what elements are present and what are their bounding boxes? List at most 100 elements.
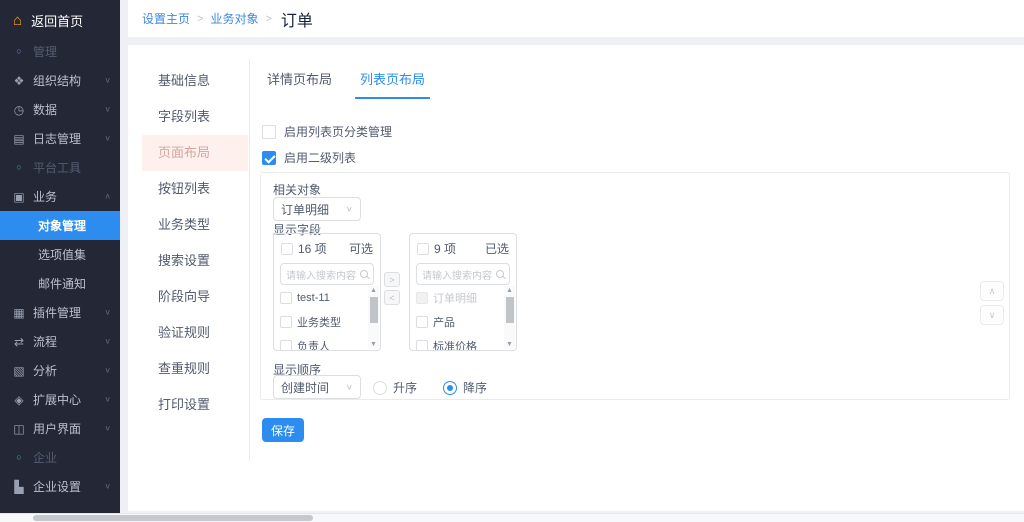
radio-ascending[interactable]: 升序 — [373, 379, 417, 396]
checkbox-row-category-management[interactable]: 启用列表页分类管理 — [262, 123, 392, 140]
sidebar-item-enterprise-settings[interactable]: ▙ 企业设置 ∨ — [0, 472, 120, 501]
top-bar: 设置主页 > 业务对象 > 订单 — [128, 0, 1024, 37]
scroll-down-icon[interactable]: ▼ — [506, 340, 513, 349]
settings-subnav: 基础信息 字段列表 页面布局 按钮列表 业务类型 搜索设置 阶段向导 验证规则 … — [142, 63, 248, 423]
target-tag: 已选 — [485, 240, 509, 257]
back-to-home[interactable]: ⌂ 返回首页 — [0, 3, 120, 37]
sidebar-item-enterprise[interactable]: ○ 企业 — [0, 443, 120, 472]
target-search-input[interactable]: 请输入搜索内容 — [416, 263, 510, 285]
source-search-input[interactable]: 请输入搜索内容 — [280, 263, 374, 285]
subnav-item-validation-rules[interactable]: 验证规则 — [142, 315, 248, 351]
scrollbar-thumb[interactable] — [33, 515, 313, 521]
sidebar-item-label: 管理 — [33, 43, 57, 60]
subnav-item-button-list[interactable]: 按钮列表 — [142, 171, 248, 207]
sidebar-item-extension-center[interactable]: ◈ 扩展中心 ∨ — [0, 385, 120, 414]
related-object-select[interactable]: 订单明细 ∨ — [273, 197, 361, 221]
subnav-item-print-settings[interactable]: 打印设置 — [142, 387, 248, 423]
vertical-divider — [249, 59, 250, 461]
horizontal-scrollbar[interactable] — [0, 513, 1024, 522]
subnav-item-stage-wizard[interactable]: 阶段向导 — [142, 279, 248, 315]
sidebar-item-workflow[interactable]: ⇄ 流程 ∨ — [0, 327, 120, 356]
breadcrumb-link-settings-home[interactable]: 设置主页 — [142, 10, 190, 27]
sidebar-item-label: 组织结构 — [33, 72, 81, 89]
sidebar-item-email-notification[interactable]: 邮件通知 — [0, 269, 120, 298]
scroll-up-icon[interactable]: ▲ — [506, 286, 513, 295]
chevron-up-icon: ∧ — [104, 192, 111, 201]
checkbox-row-secondary-list[interactable]: 启用二级列表 — [262, 149, 356, 166]
source-scrollbar[interactable]: ▲ ▼ — [368, 286, 379, 349]
item-checkbox[interactable] — [280, 316, 292, 328]
item-checkbox[interactable] — [280, 292, 292, 304]
sidebar-item-object-management[interactable]: 对象管理 — [0, 211, 120, 240]
home-icon: ⌂ — [13, 13, 22, 28]
scrollbar-thumb[interactable] — [370, 297, 378, 323]
select-all-target-checkbox[interactable] — [417, 243, 429, 255]
item-checkbox[interactable] — [280, 340, 292, 350]
display-order-select[interactable]: 创建时间 ∨ — [273, 375, 361, 399]
list-item[interactable]: test-11 — [280, 286, 368, 310]
ring-icon: ○ — [12, 163, 26, 172]
sidebar-item-user-interface[interactable]: ◫ 用户界面 ∨ — [0, 414, 120, 443]
move-left-button[interactable]: < — [384, 290, 400, 305]
tab-detail-page-layout[interactable]: 详情页布局 — [262, 61, 337, 99]
subnav-item-dedup-rules[interactable]: 查重规则 — [142, 351, 248, 387]
briefcase-icon: ▣ — [12, 191, 26, 203]
sidebar-item-manage[interactable]: ○ 管理 — [0, 37, 120, 66]
item-checkbox[interactable] — [416, 340, 428, 350]
sidebar-item-label: 对象管理 — [38, 217, 86, 234]
search-icon — [360, 270, 368, 278]
sidebar-item-plugin-management[interactable]: ▦ 插件管理 ∨ — [0, 298, 120, 327]
chevron-down-icon: ∨ — [104, 308, 111, 317]
extension-icon: ◈ — [12, 394, 26, 406]
scrollbar-thumb[interactable] — [506, 297, 514, 323]
list-item[interactable]: 标准价格 — [416, 334, 504, 350]
scroll-up-icon[interactable]: ▲ — [370, 286, 377, 295]
save-button[interactable]: 保存 — [262, 418, 304, 442]
ui-grid-icon: ◫ — [12, 423, 26, 435]
sidebar-item-platform-tools[interactable]: ○ 平台工具 — [0, 153, 120, 182]
chart-icon: ▧ — [12, 365, 26, 377]
sidebar-item-option-sets[interactable]: 选项值集 — [0, 240, 120, 269]
checkbox-category-management[interactable] — [262, 125, 276, 139]
subnav-item-page-layout[interactable]: 页面布局 — [142, 135, 248, 171]
subnav-item-basic-info[interactable]: 基础信息 — [142, 63, 248, 99]
breadcrumb-current-page: 订单 — [281, 7, 313, 31]
sidebar-item-log-management[interactable]: ▤ 日志管理 ∨ — [0, 124, 120, 153]
item-checkbox[interactable] — [416, 316, 428, 328]
breadcrumb-separator: > — [197, 13, 203, 25]
list-item[interactable]: 产品 — [416, 310, 504, 334]
transfer-target-header: 9 项 已选 — [410, 234, 516, 259]
checkbox-secondary-list[interactable] — [262, 151, 276, 165]
sidebar-item-data[interactable]: ◷ 数据 ∨ — [0, 95, 120, 124]
item-label: 业务类型 — [297, 314, 341, 330]
radio-icon[interactable] — [443, 381, 457, 395]
move-up-button[interactable]: ∧ — [980, 281, 1004, 301]
sidebar-item-label: 流程 — [33, 333, 57, 350]
radio-icon[interactable] — [373, 381, 387, 395]
target-count: 9 项 — [434, 240, 456, 257]
move-right-button[interactable]: > — [384, 272, 400, 287]
move-down-button[interactable]: ∨ — [980, 305, 1004, 325]
sidebar-item-business[interactable]: ▣ 业务 ∧ — [0, 182, 120, 211]
subnav-item-search-settings[interactable]: 搜索设置 — [142, 243, 248, 279]
sidebar-item-org-structure[interactable]: ❖ 组织结构 ∨ — [0, 66, 120, 95]
tab-list-page-layout[interactable]: 列表页布局 — [355, 61, 430, 99]
breadcrumb-separator: > — [265, 13, 271, 25]
content-card: 基础信息 字段列表 页面布局 按钮列表 业务类型 搜索设置 阶段向导 验证规则 … — [128, 45, 1024, 511]
sidebar-item-label: 用户界面 — [33, 420, 81, 437]
select-all-source-checkbox[interactable] — [281, 243, 293, 255]
subnav-item-business-type[interactable]: 业务类型 — [142, 207, 248, 243]
scroll-down-icon[interactable]: ▼ — [370, 340, 377, 349]
sidebar-item-analysis[interactable]: ▧ 分析 ∨ — [0, 356, 120, 385]
related-object-value: 订单明细 — [281, 201, 329, 218]
breadcrumb-link-business-object[interactable]: 业务对象 — [210, 10, 258, 27]
chevron-down-icon: ∨ — [104, 337, 111, 346]
item-label: 产品 — [433, 314, 455, 330]
list-item[interactable]: 业务类型 — [280, 310, 368, 334]
target-scrollbar[interactable]: ▲ ▼ — [504, 286, 515, 349]
list-item[interactable]: 负责人 — [280, 334, 368, 350]
radio-descending[interactable]: 降序 — [443, 379, 487, 396]
subnav-item-field-list[interactable]: 字段列表 — [142, 99, 248, 135]
sidebar-item-label: 企业设置 — [33, 478, 81, 495]
sidebar-item-label: 扩展中心 — [33, 391, 81, 408]
